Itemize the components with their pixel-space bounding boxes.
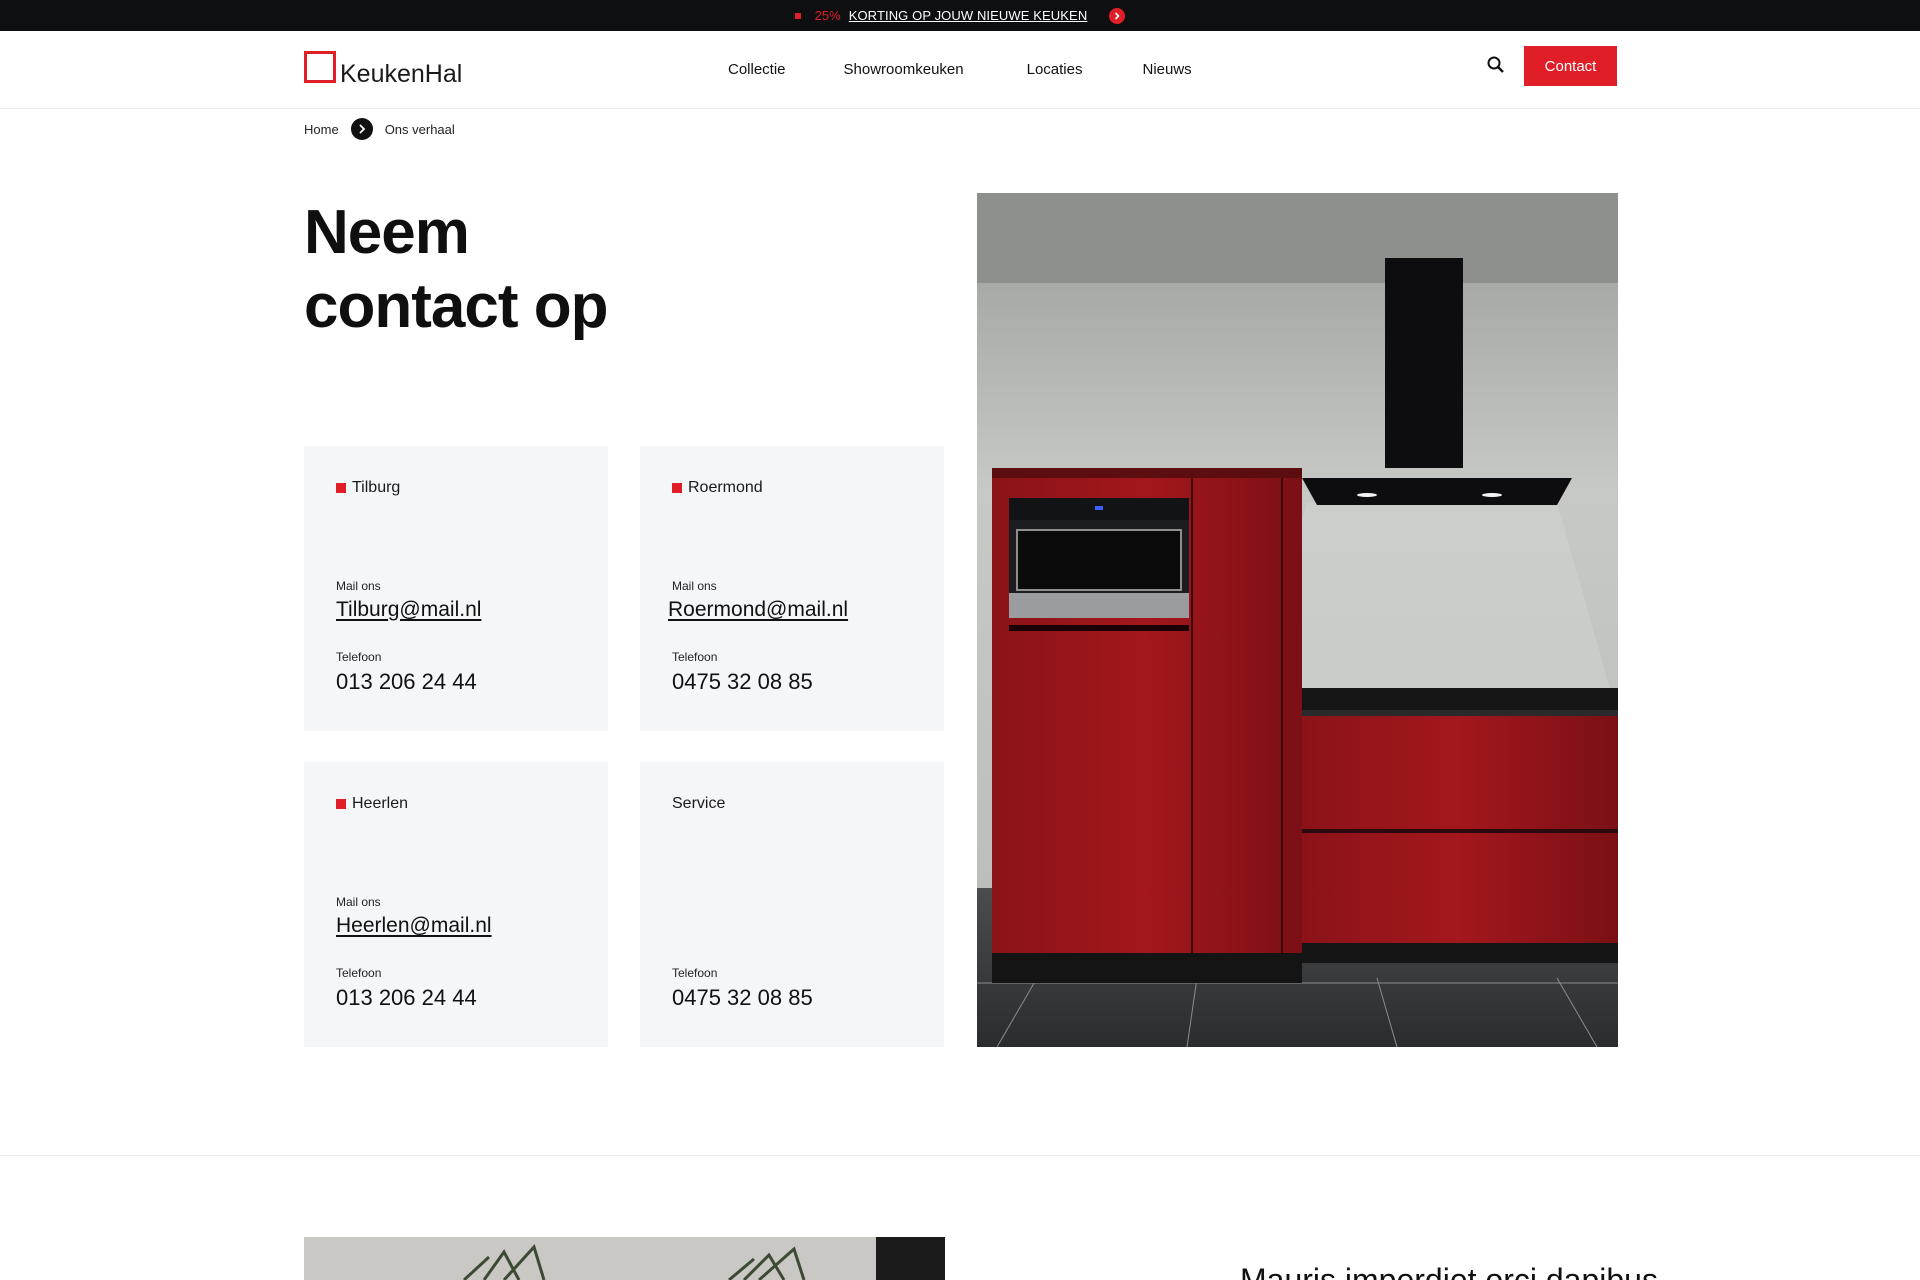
promo-bullet-icon bbox=[794, 12, 801, 19]
breadcrumb-current: Ons verhaal bbox=[384, 121, 455, 137]
card-tel-label: Telefoon bbox=[336, 966, 382, 980]
location-card-service: Service Telefoon 0475 32 08 85 bbox=[640, 762, 944, 1047]
location-card-tilburg: Tilburg Mail ons Tilburg@mail.nl Telefoo… bbox=[304, 446, 608, 731]
card-tel-label: Telefoon bbox=[672, 650, 718, 664]
card-mail-link[interactable]: Tilburg@mail.nl bbox=[336, 598, 481, 622]
promo-bar: 25% KORTING OP JOUW NIEUWE KEUKEN bbox=[0, 0, 1920, 31]
section-divider bbox=[0, 1155, 1920, 1156]
nav-locaties[interactable]: Locaties bbox=[1027, 61, 1083, 78]
card-city-label: Roermond bbox=[688, 479, 763, 496]
card-city-label: Tilburg bbox=[352, 479, 401, 496]
nav-collectie[interactable]: Collectie bbox=[728, 61, 786, 78]
logo-text: KeukenHal bbox=[340, 60, 463, 88]
card-city-label: Service bbox=[672, 795, 726, 812]
card-tel-link[interactable]: 0475 32 08 85 bbox=[672, 985, 813, 1011]
card-mail-label: Mail ons bbox=[336, 895, 381, 909]
card-mail-link[interactable]: Heerlen@mail.nl bbox=[336, 914, 492, 938]
card-mail-link[interactable]: Roermond@mail.nl bbox=[668, 598, 848, 622]
card-tel-label: Telefoon bbox=[336, 650, 382, 664]
chevron-right-icon[interactable] bbox=[1109, 7, 1126, 24]
card-city: Tilburg bbox=[336, 479, 400, 497]
chevron-right-icon bbox=[350, 118, 373, 140]
card-city-label: Heerlen bbox=[352, 795, 409, 812]
main-nav: Collectie Showroomkeuken Locaties Nieuws bbox=[728, 61, 1192, 78]
breadcrumb: Home Ons verhaal bbox=[304, 118, 455, 140]
plants-photo bbox=[304, 1237, 945, 1280]
red-square-icon bbox=[336, 483, 346, 493]
card-city: Service bbox=[672, 795, 725, 813]
logo[interactable]: KeukenHal bbox=[304, 51, 462, 87]
card-tel-link[interactable]: 013 206 24 44 bbox=[336, 985, 477, 1011]
card-tel-label: Telefoon bbox=[672, 966, 718, 980]
page-title: Neem contact op bbox=[304, 196, 824, 344]
nav-showroomkeuken[interactable]: Showroomkeuken bbox=[844, 61, 964, 78]
card-mail-label: Mail ons bbox=[336, 579, 381, 593]
contact-button[interactable]: Contact bbox=[1524, 46, 1617, 86]
red-square-icon bbox=[672, 483, 682, 493]
location-card-heerlen: Heerlen Mail ons Heerlen@mail.nl Telefoo… bbox=[304, 762, 608, 1047]
page-title-line-1: Neem bbox=[304, 198, 470, 267]
card-city: Roermond bbox=[672, 479, 763, 497]
card-mail-label: Mail ons bbox=[672, 579, 717, 593]
site-header: KeukenHal Collectie Showroomkeuken Locat… bbox=[0, 31, 1920, 109]
search-icon[interactable] bbox=[1485, 54, 1507, 76]
section-heading: Mauris imperdiet orci dapibus bbox=[1240, 1262, 1658, 1280]
page-title-line-2: contact op bbox=[304, 272, 608, 341]
promo-link[interactable]: KORTING OP JOUW NIEUWE KEUKEN bbox=[849, 8, 1088, 23]
card-tel-link[interactable]: 0475 32 08 85 bbox=[672, 669, 813, 695]
promo-percent: 25% bbox=[814, 8, 841, 23]
red-square-icon bbox=[336, 799, 346, 809]
card-city: Heerlen bbox=[336, 795, 408, 813]
location-card-roermond: Roermond Mail ons Roermond@mail.nl Telef… bbox=[640, 446, 944, 731]
nav-nieuws[interactable]: Nieuws bbox=[1142, 61, 1191, 78]
card-tel-link[interactable]: 013 206 24 44 bbox=[336, 669, 477, 695]
kitchen-photo bbox=[977, 193, 1618, 1047]
logo-mark-icon bbox=[304, 51, 336, 83]
breadcrumb-home[interactable]: Home bbox=[304, 122, 339, 137]
